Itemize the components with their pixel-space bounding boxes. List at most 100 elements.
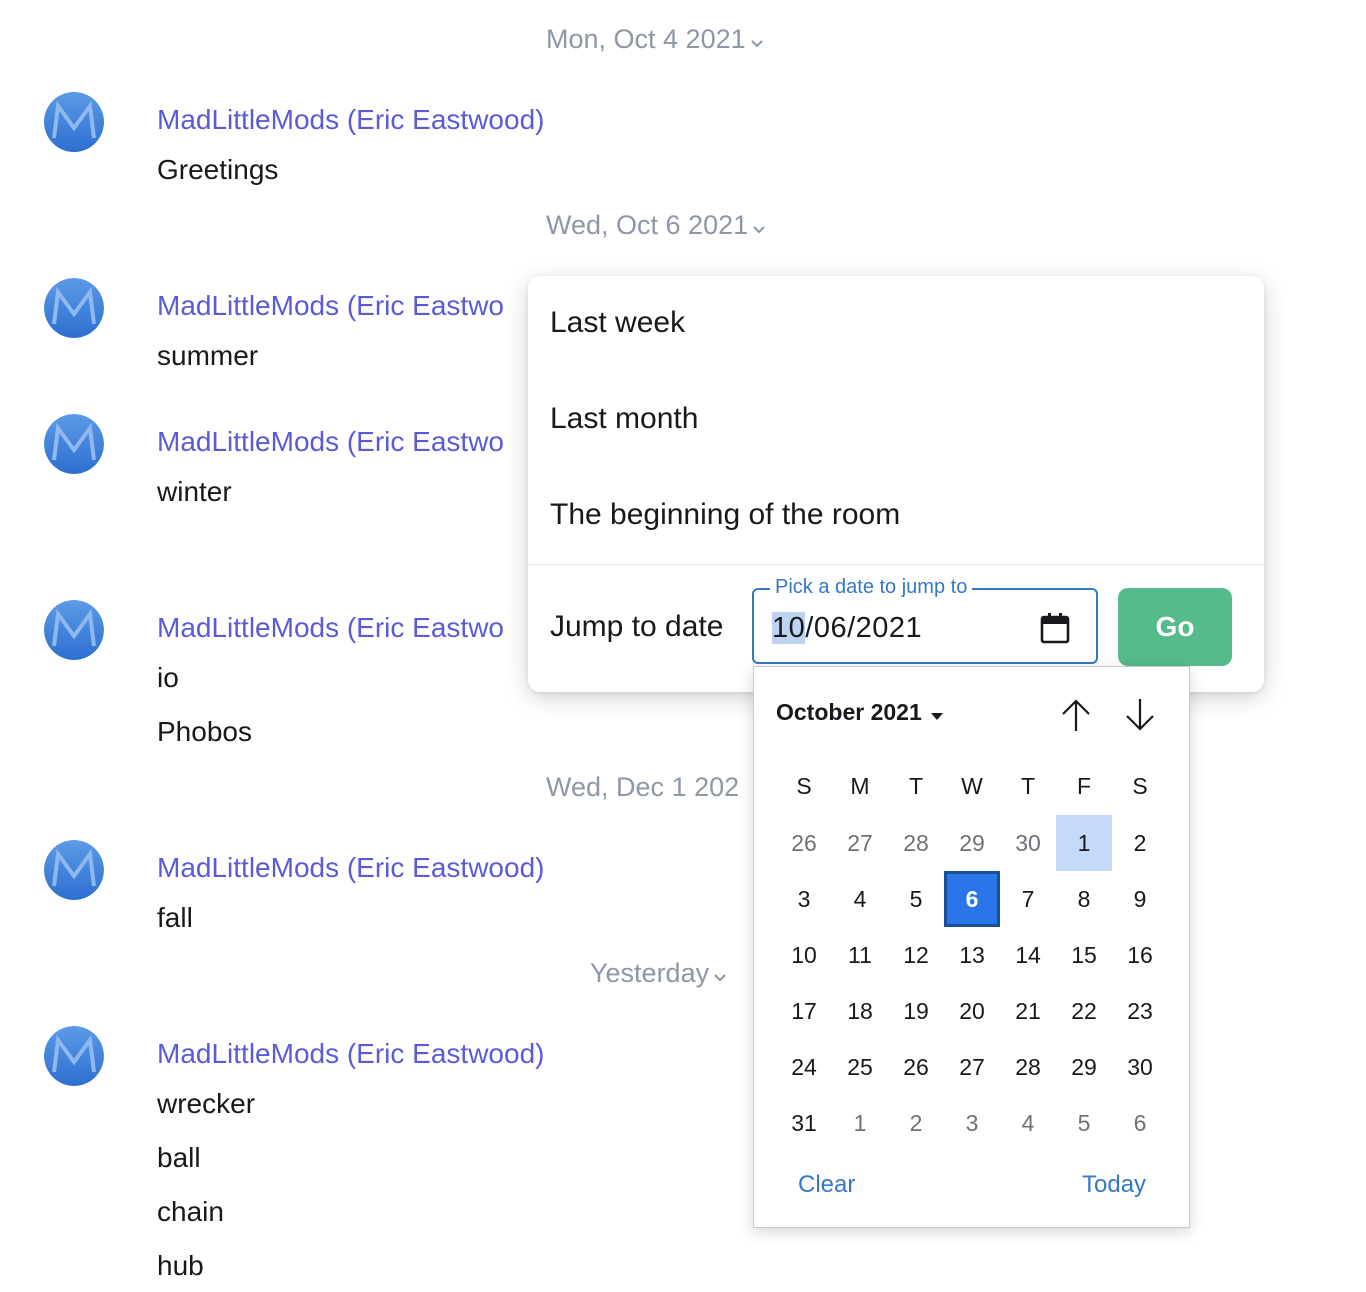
weekday-label: S [1132, 772, 1148, 799]
weekday-header: S M T W T F S [776, 759, 1168, 815]
weekday-label: S [796, 772, 812, 799]
jump-to-date-label: Jump to date [550, 610, 724, 643]
go-button[interactable]: Go [1118, 588, 1232, 666]
calendar-day[interactable]: 27 [832, 815, 888, 871]
calendar-day[interactable]: 14 [1000, 927, 1056, 983]
calendar-day[interactable]: 9 [1112, 871, 1168, 927]
calendar-week: 31 1 2 3 4 5 6 [776, 1095, 1168, 1151]
calendar-day[interactable]: 3 [776, 871, 832, 927]
weekday-label: T [1020, 772, 1036, 799]
calendar-day[interactable]: 19 [888, 983, 944, 1039]
avatar[interactable] [44, 92, 104, 152]
calendar-day[interactable]: 27 [944, 1039, 1000, 1095]
message-text: fall [157, 902, 193, 933]
calendar-day[interactable]: 10 [776, 927, 832, 983]
calendar-day[interactable]: 25 [832, 1039, 888, 1095]
calendar-day[interactable]: 22 [1056, 983, 1112, 1039]
date-separator[interactable]: Yesterday [590, 958, 727, 990]
calendar-day-highlighted[interactable]: 1 [1056, 815, 1112, 871]
clear-button[interactable]: Clear [798, 1171, 855, 1199]
jump-to-date-menu: Last week Last month The beginning of th… [528, 276, 1264, 692]
calendar-day[interactable]: 21 [1000, 983, 1056, 1039]
avatar[interactable] [44, 840, 104, 900]
avatar[interactable] [44, 414, 104, 474]
message-text: Phobos [157, 716, 252, 747]
calendar-day[interactable]: 26 [776, 815, 832, 871]
date-separator[interactable]: Wed, Oct 6 2021 [546, 210, 766, 242]
calendar-week: 17 18 19 20 21 22 23 [776, 983, 1168, 1039]
message-text: hub [157, 1250, 204, 1281]
message-text: Greetings [157, 154, 279, 185]
calendar-day[interactable]: 29 [944, 815, 1000, 871]
calendar-day[interactable]: 5 [1056, 1095, 1112, 1151]
calendar-day[interactable]: 12 [888, 927, 944, 983]
chevron-down-icon [752, 211, 766, 242]
jump-option-last-week[interactable]: Last week [550, 306, 685, 340]
weekday-label: T [908, 772, 924, 799]
calendar-week: 26 27 28 29 30 1 2 [776, 815, 1168, 871]
calendar-day[interactable]: 4 [1000, 1095, 1056, 1151]
calendar-day[interactable]: 17 [776, 983, 832, 1039]
chevron-down-icon [750, 25, 764, 56]
calendar-day-selected[interactable]: 6 [944, 871, 1000, 927]
sender-name[interactable]: MadLittleMods (Eric Eastwood) [157, 852, 544, 884]
calendar-day[interactable]: 24 [776, 1039, 832, 1095]
message-text: summer [157, 340, 259, 371]
avatar[interactable] [44, 1026, 104, 1086]
avatar[interactable] [44, 278, 104, 338]
avatar[interactable] [44, 600, 104, 660]
message-text: chain [157, 1196, 224, 1227]
calendar-day[interactable]: 28 [1000, 1039, 1056, 1095]
calendar-day[interactable]: 16 [1112, 927, 1168, 983]
date-input-value[interactable]: 10/06/2021 [772, 612, 922, 645]
weekday-label: M [850, 772, 870, 799]
calendar-day[interactable]: 31 [776, 1095, 832, 1151]
calendar-day[interactable]: 11 [832, 927, 888, 983]
sender-name[interactable]: MadLittleMods (Eric Eastwood) [157, 104, 544, 136]
message-text: winter [157, 476, 232, 507]
sender-name[interactable]: MadLittleMods (Eric Eastwo [157, 290, 504, 322]
jump-option-beginning[interactable]: The beginning of the room [550, 498, 900, 532]
today-button[interactable]: Today [1082, 1171, 1146, 1199]
date-input[interactable]: Pick a date to jump to 10/06/2021 [752, 576, 1098, 664]
calendar-day[interactable]: 18 [832, 983, 888, 1039]
jump-option-last-month[interactable]: Last month [550, 402, 698, 436]
calendar-day[interactable]: 15 [1056, 927, 1112, 983]
calendar-day[interactable]: 4 [832, 871, 888, 927]
calendar-day[interactable]: 6 [1112, 1095, 1168, 1151]
calendar-day[interactable]: 30 [1112, 1039, 1168, 1095]
month-selector[interactable]: October 2021 [776, 699, 944, 727]
sender-name[interactable]: MadLittleMods (Eric Eastwo [157, 612, 504, 644]
calendar-day[interactable]: 23 [1112, 983, 1168, 1039]
message-text: ball [157, 1142, 201, 1173]
calendar-day[interactable]: 20 [944, 983, 1000, 1039]
calendar-day[interactable]: 5 [888, 871, 944, 927]
next-month-arrow-down-icon[interactable] [1122, 697, 1158, 733]
calendar-day[interactable]: 2 [888, 1095, 944, 1151]
calendar-week: 10 11 12 13 14 15 16 [776, 927, 1168, 983]
calendar-day[interactable]: 7 [1000, 871, 1056, 927]
calendar-day[interactable]: 2 [1112, 815, 1168, 871]
previous-month-arrow-up-icon[interactable] [1058, 697, 1094, 733]
calendar-icon[interactable] [1040, 612, 1070, 644]
message-text: io [157, 662, 179, 693]
calendar-day[interactable]: 1 [832, 1095, 888, 1151]
date-separator[interactable]: Mon, Oct 4 2021 [546, 24, 764, 56]
caret-down-icon [930, 700, 944, 727]
calendar-day[interactable]: 28 [888, 815, 944, 871]
chevron-down-icon [713, 959, 727, 990]
calendar-day[interactable]: 3 [944, 1095, 1000, 1151]
date-separator[interactable]: Wed, Dec 1 202 [546, 772, 739, 803]
calendar-day[interactable]: 30 [1000, 815, 1056, 871]
message-text: wrecker [157, 1088, 256, 1119]
calendar-day[interactable]: 8 [1056, 871, 1112, 927]
calendar-day[interactable]: 26 [888, 1039, 944, 1095]
divider [528, 564, 1264, 565]
calendar-day[interactable]: 29 [1056, 1039, 1112, 1095]
calendar-day[interactable]: 13 [944, 927, 1000, 983]
sender-name[interactable]: MadLittleMods (Eric Eastwo [157, 426, 504, 458]
calendar-week: 24 25 26 27 28 29 30 [776, 1039, 1168, 1095]
calendar-week: 3 4 5 6 7 8 9 [776, 871, 1168, 927]
calendar-grid: S M T W T F S 26 27 28 29 30 1 2 3 4 5 6… [776, 759, 1168, 1151]
sender-name[interactable]: MadLittleMods (Eric Eastwood) [157, 1038, 544, 1070]
